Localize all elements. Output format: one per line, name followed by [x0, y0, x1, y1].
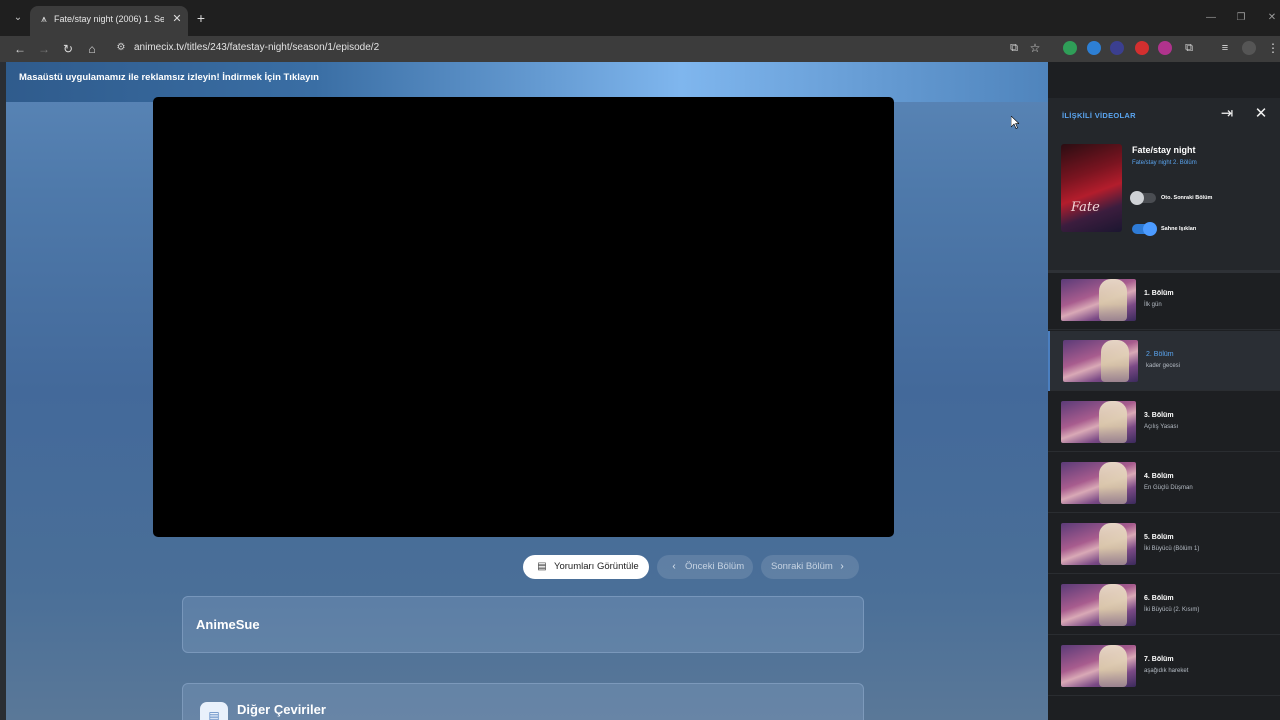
episode-number: 3. Bölüm [1144, 412, 1174, 419]
scene-lights-toggle[interactable] [1132, 222, 1157, 236]
translations-icon: ▤ [200, 702, 228, 720]
episode-thumbnail [1061, 523, 1136, 565]
episode-divider [1048, 329, 1280, 330]
episode-item[interactable]: 2. Bölüm kader gecesi [1048, 331, 1280, 391]
comment-icon: ▤ [537, 561, 547, 572]
episode-divider [1048, 573, 1280, 574]
page-content: Masaüstü uygulamamız ile reklamsız izley… [0, 62, 1048, 720]
extension-red-icon[interactable] [1135, 41, 1149, 55]
collapse-sidebar-icon[interactable]: ⇥ [1218, 105, 1236, 123]
window-minimize-button[interactable]: — [1203, 10, 1219, 26]
install-app-icon[interactable]: ⧉ [1007, 41, 1021, 55]
episode-divider [1048, 695, 1280, 696]
next-episode-button[interactable]: Sonraki Bölüm › [761, 555, 859, 579]
profile-avatar-icon[interactable] [1242, 41, 1256, 55]
episode-name: Açılış Yasası [1144, 424, 1179, 430]
show-subtitle: Fate/stay night 2. Bölüm [1132, 160, 1197, 166]
new-tab-button[interactable]: + [193, 10, 209, 26]
episode-number: 5. Bölüm [1144, 534, 1174, 541]
episode-item[interactable]: 3. Bölüm Açılış Yasası [1048, 392, 1280, 452]
fansub-card[interactable]: AnimeSue [182, 596, 864, 653]
show-comments-button[interactable]: ▤ Yorumları Görüntüle [523, 555, 649, 579]
browser-menu-icon[interactable]: ⋮ [1266, 41, 1280, 55]
media-controls-icon[interactable]: ≡ [1218, 41, 1232, 55]
episode-name: aşağıdık hareket [1144, 668, 1189, 674]
episode-name: En Güçlü Düşman [1144, 485, 1193, 491]
poster-logo: Fate [1071, 200, 1100, 215]
sidebar-title: İLİŞKİLİ VİDEOLAR [1062, 111, 1136, 120]
page-left-edge [0, 62, 6, 720]
show-poster[interactable]: Fate [1061, 144, 1122, 232]
episode-thumbnail [1063, 340, 1138, 382]
promo-text[interactable]: Masaüstü uygulamamız ile reklamsız izley… [19, 72, 319, 83]
episode-number: 4. Bölüm [1144, 473, 1174, 480]
show-comments-label: Yorumları Görüntüle [554, 561, 639, 572]
tab-search-menu-icon[interactable]: ⌄ [10, 10, 26, 26]
episode-divider [1048, 451, 1280, 452]
extension-blue-icon[interactable] [1087, 41, 1101, 55]
extension-purple-icon[interactable] [1158, 41, 1172, 55]
fansub-title: AnimeSue [196, 617, 260, 632]
episode-thumbnail [1061, 645, 1136, 687]
tab-title: Fate/stay night (2006) 1. Sezon [54, 14, 164, 24]
scene-lights-label: Sahne Işıkları [1161, 226, 1197, 232]
episode-number: 2. Bölüm [1146, 351, 1174, 358]
address-bar[interactable]: animecix.tv/titles/243/fatestay-night/se… [134, 42, 379, 53]
extension-green-icon[interactable] [1063, 41, 1077, 55]
tab-close-icon[interactable]: ✕ [170, 12, 184, 26]
window-restore-button[interactable]: ❐ [1233, 10, 1249, 26]
back-button[interactable]: ← [11, 40, 29, 58]
episode-item[interactable]: 1. Bölüm İlk gün [1048, 270, 1280, 330]
episode-number: 1. Bölüm [1144, 290, 1174, 297]
promo-banner[interactable]: Masaüstü uygulamamız ile reklamsız izley… [0, 62, 1048, 102]
auto-next-label: Oto. Sonraki Bölüm [1161, 195, 1213, 201]
extensions-puzzle-icon[interactable]: ⧉ [1182, 41, 1196, 55]
browser-tab-active[interactable]: ⩚ Fate/stay night (2006) 1. Sezon ✕ [30, 6, 188, 36]
video-player[interactable] [153, 97, 894, 537]
episode-item[interactable]: 5. Bölüm İki Büyücü (Bölüm 1) [1048, 514, 1280, 574]
episode-divider [1050, 390, 1280, 391]
episode-thumbnail [1061, 584, 1136, 626]
previous-episode-button[interactable]: ‹ Önceki Bölüm [657, 555, 753, 579]
episode-thumbnail [1061, 401, 1136, 443]
chevron-right-icon: › [840, 561, 844, 572]
episode-number: 6. Bölüm [1144, 595, 1174, 602]
mouse-cursor-icon [1011, 116, 1019, 129]
other-translations-title: Diğer Çeviriler [237, 702, 326, 717]
site-favicon-icon: ⩚ [41, 14, 47, 25]
reload-button[interactable]: ↻ [59, 40, 77, 58]
episode-name: İki Büyücü (Bölüm 1) [1144, 546, 1200, 552]
chevron-left-icon: ‹ [672, 561, 676, 572]
episode-name: kader gecesi [1146, 363, 1181, 369]
show-title: Fate/stay night [1132, 145, 1196, 155]
other-translations-card[interactable]: ▤ Diğer Çeviriler [182, 683, 864, 720]
episode-name: İki Büyücü (2. Kısım) [1144, 607, 1200, 613]
auto-next-toggle[interactable] [1130, 191, 1156, 205]
episode-name: İlk gün [1144, 302, 1162, 308]
extension-translate-icon[interactable] [1110, 41, 1124, 55]
browser-toolbar: ← → ↻ ⌂ ⚙ animecix.tv/titles/243/fatesta… [0, 36, 1280, 62]
window-close-button[interactable]: ✕ [1264, 10, 1280, 26]
episode-thumbnail [1061, 462, 1136, 504]
next-episode-label: Sonraki Bölüm [771, 561, 833, 572]
episode-number: 7. Bölüm [1144, 656, 1174, 663]
episode-divider [1048, 512, 1280, 513]
close-sidebar-icon[interactable]: ✕ [1252, 105, 1270, 123]
episode-thumbnail [1061, 279, 1136, 321]
browser-tab-strip: ⌄ ⩚ Fate/stay night (2006) 1. Sezon ✕ + … [0, 0, 1280, 36]
related-videos-sidebar: İLİŞKİLİ VİDEOLAR ⇥ ✕ Fate Fate/stay nig… [1048, 62, 1280, 720]
bookmark-star-icon[interactable]: ☆ [1028, 41, 1042, 55]
episode-divider [1048, 634, 1280, 635]
episode-item[interactable]: 4. Bölüm En Güçlü Düşman [1048, 453, 1280, 513]
episode-item[interactable]: 6. Bölüm İki Büyücü (2. Kısım) [1048, 575, 1280, 635]
previous-episode-label: Önceki Bölüm [685, 561, 745, 572]
site-info-icon[interactable]: ⚙ [114, 41, 128, 55]
forward-button[interactable]: → [35, 40, 53, 58]
home-button[interactable]: ⌂ [83, 40, 101, 58]
episode-item[interactable]: 7. Bölüm aşağıdık hareket [1048, 636, 1280, 696]
